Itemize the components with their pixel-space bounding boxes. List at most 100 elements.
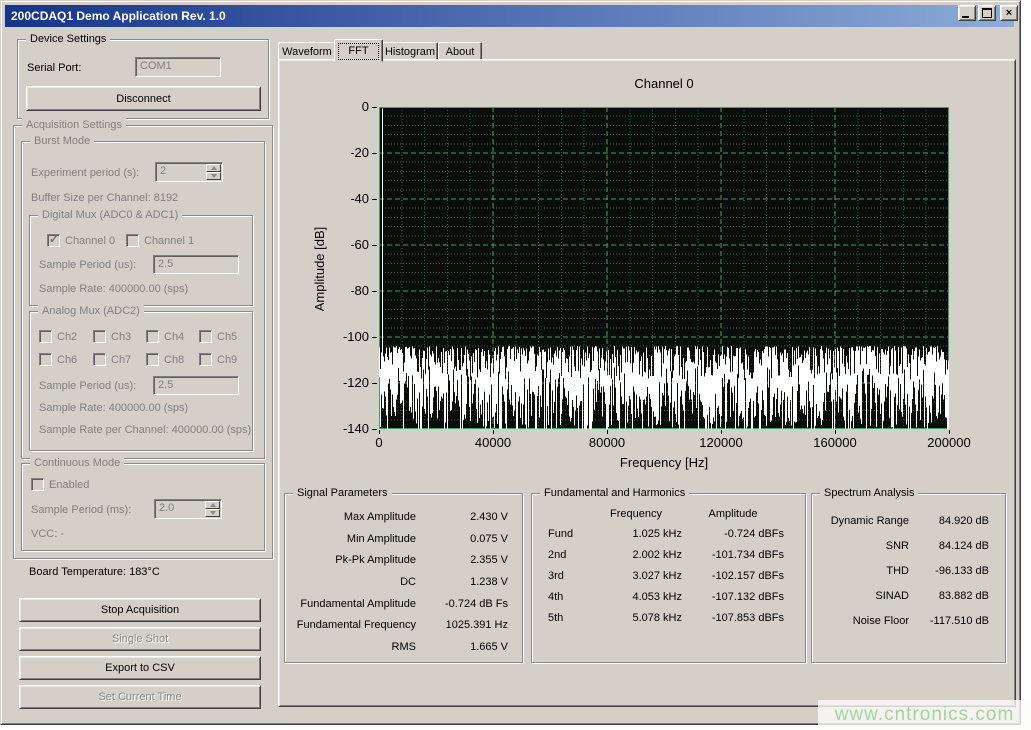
harmonic-frequency: 2.002 kHz: [590, 549, 682, 561]
spectrum-row: SNR84.124 dB: [818, 533, 999, 558]
watermark: www.cntronics.com: [818, 700, 1031, 730]
analog-sample-rate-per-channel-text: Sample Rate per Channel: 400000.00 (sps): [39, 424, 251, 436]
harmonic-name: 5th: [542, 612, 590, 624]
y-axis-tick-label: -140: [331, 421, 369, 436]
signal-parameter-row: Pk-Pk Amplitude2.355 V: [291, 549, 516, 571]
y-axis-tick-label: -20: [331, 145, 369, 160]
experiment-period-stepper[interactable]: 2: [155, 162, 223, 182]
serial-port-input[interactable]: COM1: [135, 57, 221, 77]
x-axis-tick-label: 200000: [909, 435, 989, 450]
digital-sample-period-label: Sample Period (us):: [39, 259, 136, 271]
y-axis-tick-mark: [372, 337, 377, 338]
close-button[interactable]: ×: [1000, 5, 1018, 21]
harmonic-frequency: 3.027 kHz: [590, 570, 682, 582]
signal-parameter-row: RMS1.665 V: [291, 636, 516, 658]
y-axis-tick-label: -120: [331, 375, 369, 390]
single-shot-button[interactable]: Single Shot: [19, 627, 261, 651]
harmonic-row: 4th4.053 kHz-107.132 dBFs: [542, 586, 795, 607]
ch4-checkbox[interactable]: [146, 330, 159, 343]
harmonic-amplitude: -102.157 dBFs: [682, 570, 784, 582]
spectrum-value: 83.882 dB: [909, 590, 999, 602]
buffer-size-text: Buffer Size per Channel: 8192: [31, 192, 178, 204]
app-window: 200CDAQ1 Demo Application Rev. 1.0 × Dev…: [0, 0, 1021, 725]
ch8-checkbox[interactable]: [146, 353, 159, 366]
param-label: RMS: [291, 641, 416, 653]
stop-acquisition-button[interactable]: Stop Acquisition: [19, 598, 261, 622]
y-axis-label: Amplitude [dB]: [312, 217, 326, 321]
ch3-label: Ch3: [111, 331, 131, 343]
disconnect-button[interactable]: Disconnect: [26, 86, 261, 111]
analog-sample-period-input[interactable]: 2.5: [153, 376, 239, 395]
ch3-checkbox[interactable]: [93, 330, 106, 343]
ch6-checkbox[interactable]: [39, 353, 52, 366]
spectrum-analysis-legend: Spectrum Analysis: [820, 486, 918, 500]
harmonic-amplitude: -107.853 dBFs: [682, 612, 784, 624]
digital-sample-period-input[interactable]: 2.5: [153, 255, 239, 274]
ch7-checkbox[interactable]: [93, 353, 106, 366]
harmonic-row: Fund1.025 kHz-0.724 dBFs: [542, 523, 795, 544]
spectrum-label: Dynamic Range: [818, 515, 909, 527]
continuous-sample-period-stepper[interactable]: 2.0: [154, 499, 222, 519]
continuous-period-down-button[interactable]: [205, 509, 220, 517]
minimize-button[interactable]: [958, 5, 976, 21]
ch2-label: Ch2: [57, 331, 77, 343]
param-label: Fundamental Amplitude: [291, 598, 416, 610]
param-label: Pk-Pk Amplitude: [291, 554, 416, 566]
tab-fft[interactable]: FFT: [334, 39, 383, 62]
harmonic-name: Fund: [542, 528, 590, 540]
experiment-period-down-button[interactable]: [206, 172, 221, 180]
signal-parameters-group: Signal Parameters Max Amplitude2.430 V M…: [284, 493, 523, 663]
channel0-label: Channel 0: [65, 235, 115, 247]
x-axis-tick-mark: [607, 430, 608, 434]
window-title: 200CDAQ1 Demo Application Rev. 1.0: [11, 9, 226, 23]
spectrum-value: 84.920 dB: [909, 515, 999, 527]
spectrum-label: Noise Floor: [818, 615, 909, 627]
ch9-checkbox[interactable]: [199, 353, 212, 366]
titlebar: 200CDAQ1 Demo Application Rev. 1.0: [5, 5, 1014, 27]
harmonic-name: 3rd: [542, 570, 590, 582]
signal-parameter-row: DC1.238 V: [291, 571, 516, 593]
param-label: Max Amplitude: [291, 511, 416, 523]
spectrum-analysis-group: Spectrum Analysis Dynamic Range84.920 dB…: [811, 493, 1006, 663]
analog-sample-rate-text: Sample Rate: 400000.00 (sps): [39, 402, 188, 414]
signal-parameters-legend: Signal Parameters: [293, 486, 392, 500]
fft-plot: [379, 107, 949, 429]
param-label: DC: [291, 576, 416, 588]
channel0-checkbox[interactable]: [47, 234, 60, 247]
y-axis-tick-label: -60: [331, 237, 369, 252]
y-axis-tick-mark: [372, 429, 377, 430]
signal-parameter-row: Max Amplitude2.430 V: [291, 506, 516, 528]
harmonic-amplitude: -107.132 dBFs: [682, 591, 784, 603]
x-axis-tick-label: 0: [339, 435, 419, 450]
vcc-text: VCC: -: [31, 528, 64, 540]
harmonic-row: 5th5.078 kHz-107.853 dBFs: [542, 607, 795, 628]
analog-mux-legend: Analog Mux (ADC2): [38, 304, 144, 318]
spectrum-value: -96.133 dB: [909, 565, 999, 577]
experiment-period-up-button[interactable]: [206, 164, 221, 172]
spectrum-label: SINAD: [818, 590, 909, 602]
param-label: Min Amplitude: [291, 533, 416, 545]
export-csv-button[interactable]: Export to CSV: [19, 656, 261, 680]
x-axis-tick-mark: [493, 430, 494, 434]
harmonics-header-row: Frequency Amplitude: [542, 504, 795, 523]
ch5-checkbox[interactable]: [199, 330, 212, 343]
harmonic-amplitude: -0.724 dBFs: [682, 528, 784, 540]
channel1-checkbox[interactable]: [126, 234, 139, 247]
ch2-checkbox[interactable]: [39, 330, 52, 343]
x-axis-tick-mark: [835, 430, 836, 434]
continuous-enabled-checkbox[interactable]: [31, 478, 44, 491]
x-axis-tick-label: 120000: [681, 435, 761, 450]
frequency-column-header: Frequency: [590, 508, 682, 520]
continuous-period-up-button[interactable]: [205, 501, 220, 509]
y-axis-tick-label: 0: [331, 99, 369, 114]
y-axis-tick-mark: [372, 383, 377, 384]
spectrum-row: THD-96.133 dB: [818, 558, 999, 583]
y-axis-tick-mark: [372, 153, 377, 154]
close-icon: ×: [1001, 6, 1017, 20]
param-value: -0.724 dB Fs: [416, 598, 516, 610]
maximize-button[interactable]: [978, 5, 996, 21]
spectrum-label: SNR: [818, 540, 909, 552]
burst-mode-legend: Burst Mode: [30, 134, 94, 148]
set-current-time-button[interactable]: Set Current Time: [19, 685, 261, 709]
minimize-icon: [962, 16, 969, 18]
